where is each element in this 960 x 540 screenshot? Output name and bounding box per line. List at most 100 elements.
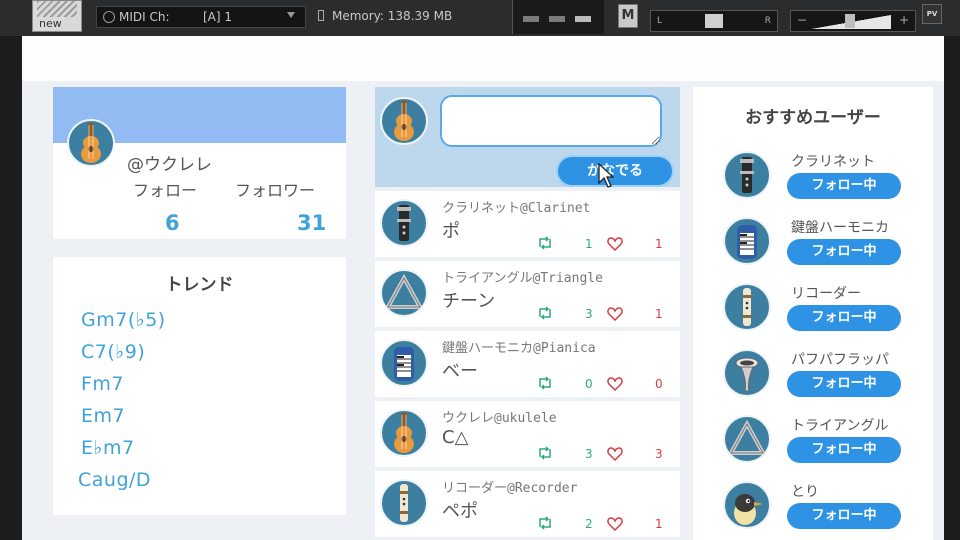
retweet-icon[interactable] (537, 516, 553, 530)
triangle-icon[interactable] (723, 415, 771, 463)
pan-knob[interactable] (705, 14, 723, 28)
post-button[interactable]: かなでる (556, 155, 674, 187)
ukulele-icon (380, 97, 428, 145)
timeline-post[interactable]: ウクレレ@ukulele C△ 3 3 (375, 401, 680, 467)
following-count[interactable]: 6 (165, 211, 180, 235)
heart-icon[interactable] (607, 517, 623, 531)
compose-box: かなでる (375, 87, 680, 187)
clarinet-icon[interactable] (380, 199, 428, 247)
recommended-users-card: おすすめユーザー クラリネット フォロー中 鍵盤ハーモニカ フォロー中 リコーダ… (693, 87, 933, 540)
recommended-user-name: とり (791, 484, 819, 500)
pan-left-label: L (657, 16, 663, 26)
chevron-down-icon (287, 12, 295, 18)
mute-button[interactable]: M (618, 4, 638, 28)
clarinet-icon[interactable] (723, 151, 771, 199)
following-button[interactable]: フォロー中 (787, 437, 901, 463)
trend-item[interactable]: Em7 (81, 405, 125, 427)
memory-icon (318, 10, 324, 21)
timeline-post[interactable]: 鍵盤ハーモニカ@Pianica ベー 0 0 (375, 331, 680, 397)
recommended-user: トライアングル フォロー中 (693, 415, 933, 475)
recorder-icon[interactable] (723, 283, 771, 331)
volume-slider[interactable]: − + (790, 10, 916, 32)
following-button[interactable]: フォロー中 (787, 173, 901, 199)
compose-input[interactable] (440, 95, 662, 147)
heart-icon[interactable] (607, 237, 623, 251)
followers-label: フォロワー (235, 181, 316, 200)
midi-channel-label: MIDI Ch: (119, 10, 170, 24)
pan-slider[interactable]: L R (650, 10, 778, 32)
post-author: ウクレレ@ukulele (442, 411, 557, 426)
timeline-post[interactable]: リコーダー@Recorder ペポ 2 1 (375, 471, 680, 537)
recommended-user: 鍵盤ハーモニカ フォロー中 (693, 217, 933, 277)
pianica-icon[interactable] (380, 339, 428, 387)
following-button[interactable]: フォロー中 (787, 239, 901, 265)
like-count: 1 (655, 237, 663, 251)
recommended-user: とり フォロー中 (693, 481, 933, 540)
like-count: 0 (655, 377, 663, 391)
instrument-logo[interactable]: new (32, 0, 82, 32)
pan-right-label: R (764, 16, 771, 26)
post-body: ペポ (442, 501, 478, 522)
recommended-user-name: トライアングル (791, 418, 889, 434)
meter-segment (575, 16, 591, 22)
timeline-post[interactable]: クラリネット@Clarinet ポ 1 1 (375, 191, 680, 257)
retweet-count: 3 (585, 307, 593, 321)
retweet-icon[interactable] (537, 306, 553, 320)
following-label: フォロー (133, 181, 198, 200)
midi-channel-select[interactable]: MIDI Ch: [A] 1 (96, 6, 306, 28)
retweet-count: 0 (585, 377, 593, 391)
level-meter (512, 0, 604, 34)
midi-channel-value: [A] 1 (203, 10, 233, 24)
trend-item[interactable]: E♭m7 (81, 437, 135, 459)
post-author: 鍵盤ハーモニカ@Pianica (442, 341, 596, 356)
post-author: クラリネット@Clarinet (442, 201, 591, 216)
heart-icon[interactable] (607, 377, 623, 391)
logo-text: new (39, 17, 62, 30)
followers-count[interactable]: 31 (297, 211, 326, 235)
like-count: 1 (655, 517, 663, 531)
recommended-user: クラリネット フォロー中 (693, 151, 933, 211)
following-button[interactable]: フォロー中 (787, 371, 901, 397)
header-strip (22, 36, 944, 81)
timeline-post[interactable]: トライアングル@Triangle チーン 3 1 (375, 261, 680, 327)
volume-minus-label: − (797, 13, 808, 27)
post-body: ポ (442, 221, 460, 242)
recommended-user-name: クラリネット (791, 154, 875, 170)
post-body: C△ (442, 427, 469, 448)
pv-button[interactable]: PV (922, 4, 942, 24)
trend-item[interactable]: Gm7(♭5) (81, 309, 166, 331)
trend-item[interactable]: C7(♭9) (81, 341, 145, 363)
ukulele-icon[interactable] (67, 119, 115, 167)
trend-title: トレンド (165, 275, 234, 295)
like-count: 1 (655, 307, 663, 321)
horn-icon[interactable] (723, 349, 771, 397)
profile-handle: @ウクレレ (127, 155, 212, 175)
trend-card: トレンド Gm7(♭5) C7(♭9) Fm7 Em7 E♭m7 Caug/D (53, 257, 346, 515)
ukulele-icon[interactable] (380, 409, 428, 457)
heart-icon[interactable] (607, 447, 623, 461)
trend-item[interactable]: Fm7 (81, 373, 124, 395)
host-toolbar: new MIDI Ch: [A] 1 Memory: 138.39 MB M L… (0, 0, 960, 36)
following-button[interactable]: フォロー中 (787, 305, 901, 331)
recommended-user: リコーダー フォロー中 (693, 283, 933, 343)
volume-knob[interactable] (845, 14, 855, 28)
post-body: ベー (442, 361, 478, 382)
retweet-icon[interactable] (537, 446, 553, 460)
pianica-icon[interactable] (723, 217, 771, 265)
midi-icon (103, 11, 115, 23)
trend-item[interactable]: Caug/D (78, 469, 151, 491)
retweet-icon[interactable] (537, 236, 553, 250)
memory-text: Memory: 138.39 MB (332, 9, 453, 23)
following-button[interactable]: フォロー中 (787, 503, 901, 529)
retweet-icon[interactable] (537, 376, 553, 390)
recorder-icon[interactable] (380, 479, 428, 527)
memory-readout: Memory: 138.39 MB (318, 9, 452, 23)
triangle-icon[interactable] (380, 269, 428, 317)
bird-icon[interactable] (723, 481, 771, 529)
retweet-count: 1 (585, 237, 593, 251)
mouse-cursor-icon (598, 163, 614, 188)
post-author: トライアングル@Triangle (442, 271, 603, 286)
retweet-count: 2 (585, 517, 593, 531)
heart-icon[interactable] (607, 307, 623, 321)
recommended-user-name: パフパフラッパ (791, 352, 889, 368)
